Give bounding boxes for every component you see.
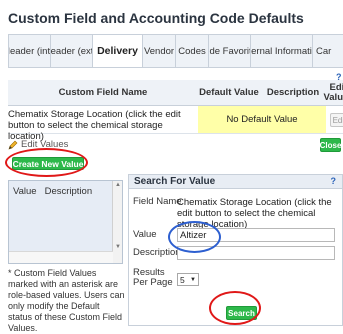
create-new-value-button[interactable]: Create New Value xyxy=(12,157,84,170)
search-panel-header: Search For Value ? xyxy=(129,175,342,189)
default-value-cell: No Default Value xyxy=(198,106,326,133)
tab-internal-information[interactable]: Internal Information xyxy=(250,34,312,68)
tab-vendor[interactable]: Vendor xyxy=(142,34,175,68)
value-input[interactable] xyxy=(177,228,335,242)
description-input[interactable] xyxy=(177,246,335,260)
scroll-up-icon[interactable]: ▲ xyxy=(115,182,121,188)
tab-header-ext[interactable]: Header (ext.) xyxy=(50,34,92,68)
results-per-page-value: 5 xyxy=(180,274,185,285)
custom-field-name: Chematix Storage Location (click the edi… xyxy=(8,109,181,142)
vertical-scrollbar[interactable]: ▲ ▼ xyxy=(112,181,122,263)
results-per-page-select[interactable]: 5 ▼ xyxy=(177,273,199,286)
tab-header-int[interactable]: Header (int.) xyxy=(8,34,50,68)
page-title: Custom Field and Accounting Code Default… xyxy=(8,10,304,26)
tab-bar: Header (int.) Header (ext.) Delivery Ven… xyxy=(8,34,343,68)
values-col-description: Description xyxy=(44,186,93,197)
tab-divider xyxy=(8,67,343,68)
value-label: Value xyxy=(133,229,157,240)
col-custom-field-name: Custom Field Name xyxy=(58,87,148,98)
tab-truncated[interactable]: Car xyxy=(312,34,343,68)
values-col-value: Value xyxy=(13,186,37,197)
chevron-down-icon: ▼ xyxy=(190,276,196,283)
grid-header: Custom Field Name Default Value Descript… xyxy=(8,80,343,106)
results-per-page-label: Results Per Page xyxy=(133,267,173,288)
search-button[interactable]: Search xyxy=(226,306,257,320)
edit-values-header: Edit Values xyxy=(8,139,68,150)
field-name-label: Field Name xyxy=(133,196,182,207)
tab-code-favorites[interactable]: Code Favorites xyxy=(208,34,250,68)
tab-delivery[interactable]: Delivery xyxy=(92,34,142,68)
search-help-icon[interactable]: ? xyxy=(331,176,337,186)
pencil-icon xyxy=(8,140,18,149)
description-label: Description xyxy=(133,247,181,258)
role-based-note: * Custom Field Values marked with an ast… xyxy=(8,268,125,333)
horizontal-scrollbar[interactable] xyxy=(9,251,113,263)
field-name-value: Chematix Storage Location (click the edi… xyxy=(177,197,332,230)
scroll-down-icon[interactable]: ▼ xyxy=(115,244,121,250)
values-list[interactable]: Value Description ▲ ▼ xyxy=(8,180,123,264)
col-description: Description xyxy=(266,87,320,98)
close-button[interactable]: Close xyxy=(320,138,341,152)
col-edit-values: Edit Values xyxy=(323,82,343,103)
search-panel-title: Search For Value xyxy=(134,176,216,187)
search-for-value-panel: Search For Value ? Field Name Chematix S… xyxy=(128,174,343,326)
edit-values-label: Edit Values xyxy=(21,139,69,150)
col-default-value: Default Value xyxy=(199,87,259,98)
edit-button[interactable]: Edit xyxy=(330,113,343,127)
table-row: Chematix Storage Location (click the edi… xyxy=(8,106,343,142)
tab-codes[interactable]: Codes xyxy=(175,34,208,68)
